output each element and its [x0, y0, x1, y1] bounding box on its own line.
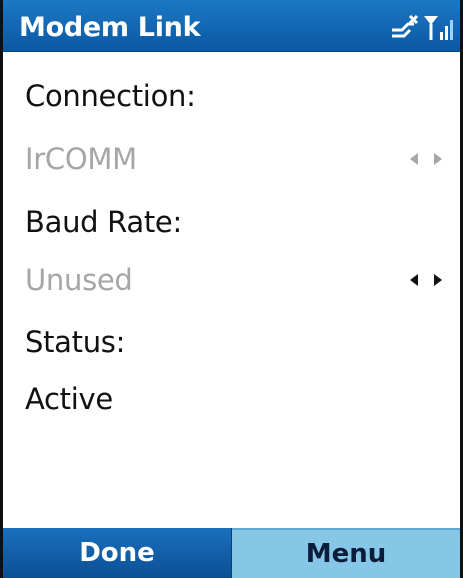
- connection-spinner[interactable]: [410, 153, 442, 165]
- menu-softkey[interactable]: Menu: [232, 528, 460, 578]
- connection-off-icon: [392, 14, 419, 38]
- connection-value[interactable]: IrCOMM: [25, 142, 137, 176]
- status-value: Active: [25, 382, 113, 416]
- form-content: Connection: IrCOMM Baud Rate: Unused Sta…: [3, 52, 460, 530]
- left-arrow-icon[interactable]: [410, 274, 418, 286]
- signal-strength-icon: [424, 16, 453, 40]
- baud-rate-spinner[interactable]: [410, 274, 442, 286]
- right-arrow-icon[interactable]: [434, 274, 442, 286]
- baud-rate-value[interactable]: Unused: [25, 263, 133, 297]
- baud-rate-label: Baud Rate:: [25, 205, 182, 239]
- softkey-bar: Done Menu: [3, 528, 460, 578]
- title-bar: Modem Link: [3, 0, 460, 52]
- right-arrow-icon[interactable]: [434, 153, 442, 165]
- status-icons: [388, 10, 454, 44]
- connection-label: Connection:: [25, 79, 196, 113]
- left-arrow-icon[interactable]: [410, 153, 418, 165]
- done-softkey[interactable]: Done: [3, 528, 232, 578]
- status-label: Status:: [25, 325, 126, 359]
- window-title: Modem Link: [19, 12, 201, 43]
- device-screen: Modem Link Connection: IrCOMM Baud Rate:…: [0, 0, 463, 578]
